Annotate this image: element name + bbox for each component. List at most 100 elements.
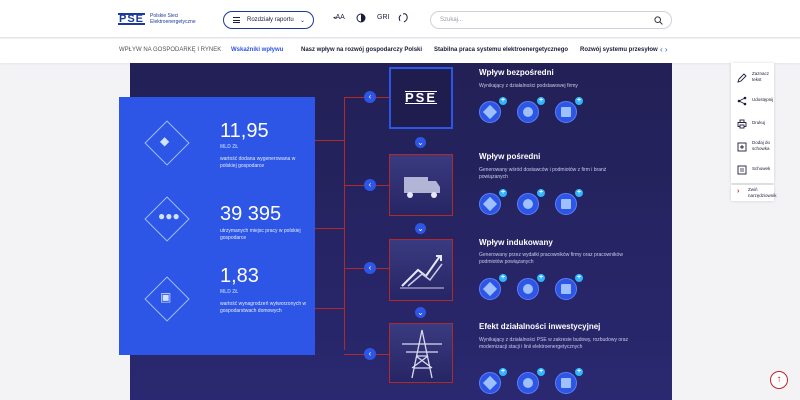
growth-image-box — [389, 239, 453, 301]
stat-description: wartość dodana wygenerowana w polskiej g… — [220, 156, 296, 169]
growth-arrows-icon — [400, 255, 444, 289]
box-icon[interactable] — [555, 278, 577, 300]
people-icon[interactable] — [517, 372, 539, 394]
section-description: Generowany przez wydatki pracowników fir… — [479, 252, 623, 265]
plus-icon[interactable]: + — [575, 189, 583, 197]
diamond-icon[interactable] — [479, 372, 501, 394]
gri-button[interactable]: GRI — [377, 14, 389, 21]
report-sections-label: Rozdziały raportu — [247, 17, 294, 23]
search-icon[interactable] — [654, 16, 663, 25]
truck-icon — [404, 177, 440, 198]
plus-icon[interactable]: + — [537, 368, 545, 376]
stat-value-jobs: 39 395 — [220, 203, 282, 225]
subnav-item-economic-development[interactable]: Nasz wpływ na rozwój gospodarczy Polski — [301, 47, 422, 53]
chevron-left-icon[interactable]: ‹ — [364, 91, 376, 103]
subnav-item-system-development[interactable]: Rozwój systemu przesyłow — [580, 47, 658, 53]
plus-icon[interactable]: + — [537, 97, 545, 105]
section-description: Wynikający z działalności podstawowej fi… — [479, 83, 578, 89]
section-title-investment: Efekt działalności inwestycyjnej — [479, 322, 601, 331]
people-icon[interactable] — [517, 193, 539, 215]
arrow-up-icon: ↑ — [776, 374, 782, 385]
subnav-item-section[interactable]: WPŁYW NA GOSPODARKĘ I RYNEK — [119, 47, 221, 53]
box-icon[interactable] — [555, 372, 577, 394]
chevron-down-icon[interactable]: ⌄ — [415, 223, 426, 234]
people-icon: ●●● — [158, 209, 180, 223]
search-placeholder: Szukaj... — [440, 17, 464, 23]
stat-description: wartość wynagrodzeń wytworzonych w gospo… — [220, 301, 307, 314]
stat-description: utrzymanych miejsc pracy w polskiej gosp… — [220, 228, 301, 241]
chevron-left-icon[interactable]: ‹ — [364, 348, 376, 360]
people-icon[interactable] — [517, 101, 539, 123]
stat-unit: MLD ZŁ — [220, 289, 239, 295]
section-description: Generowany wśród dostawców i podmiotów z… — [479, 167, 607, 180]
chevron-left-icon[interactable]: ‹ — [364, 179, 376, 191]
plus-icon[interactable]: + — [499, 368, 507, 376]
font-size-button[interactable]: ◂AA — [333, 14, 345, 21]
box-icon[interactable] — [555, 101, 577, 123]
hide-tools-button[interactable]: › Zwiń narzędziownik — [731, 185, 777, 201]
print-icon — [737, 119, 747, 129]
connector-line — [315, 308, 345, 309]
pse-logo-box: PSE — [389, 67, 453, 129]
connector-line — [315, 140, 345, 141]
chevron-down-icon: ⌄ — [299, 17, 305, 24]
diamond-icon[interactable] — [479, 101, 501, 123]
search-input[interactable]: Szukaj... — [430, 11, 672, 29]
subnav-arrows[interactable]: ‹ › — [660, 45, 668, 54]
diamond-icon[interactable] — [479, 193, 501, 215]
box-icon: ▣ — [160, 290, 172, 304]
power-pylon-icon — [402, 329, 442, 379]
section-title-direct: Wpływ bezpośredni — [479, 68, 554, 77]
section-title-induced: Wpływ indukowany — [479, 238, 553, 247]
plus-icon[interactable]: + — [537, 274, 545, 282]
diamond-icon: ◆ — [160, 134, 170, 148]
chevron-down-icon[interactable]: ⌄ — [415, 307, 426, 318]
connector-line — [344, 97, 345, 350]
plus-icon[interactable]: + — [575, 97, 583, 105]
header: PSE Polskie Sieci Elektroenergetyczne Ro… — [0, 0, 800, 38]
sidebar-item-clipboard[interactable]: Schowek — [731, 159, 774, 181]
sidebar-item-share[interactable]: Udostępnij — [731, 90, 774, 112]
menu-icon — [233, 16, 240, 25]
logo-mark: PSE — [118, 13, 146, 25]
plus-icon[interactable]: + — [499, 274, 507, 282]
plus-icon[interactable]: + — [575, 274, 583, 282]
pencil-icon — [737, 73, 747, 83]
subnav-item-impact-indicators[interactable]: Wskaźniki wpływu — [231, 47, 283, 53]
accessibility-icon[interactable] — [397, 12, 411, 26]
subnav-item-system-stability[interactable]: Stabilna praca systemu elektroenergetycz… — [434, 47, 568, 53]
section-title-indirect: Wpływ pośredni — [479, 152, 541, 161]
scroll-to-top-button[interactable]: ↑ — [770, 371, 788, 389]
report-sections-button[interactable]: Rozdziały raportu ⌄ — [223, 11, 314, 29]
chevron-down-icon[interactable]: ⌄ — [415, 137, 426, 148]
truck-image-box — [389, 154, 453, 216]
pse-logo: PSE — [405, 90, 438, 105]
pylon-image-box — [389, 323, 453, 383]
plus-icon[interactable]: + — [575, 368, 583, 376]
diamond-icon[interactable] — [479, 278, 501, 300]
clipboard-icon — [737, 165, 747, 175]
plus-icon[interactable]: + — [537, 189, 545, 197]
sidebar-item-highlight[interactable]: Zaznacz tekst — [731, 67, 774, 89]
stat-unit: MLD ZŁ — [220, 144, 239, 150]
share-icon — [737, 96, 747, 106]
chevron-left-icon[interactable]: ‹ — [364, 262, 376, 274]
subnav: WPŁYW NA GOSPODARKĘ I RYNEK Wskaźniki wp… — [0, 39, 800, 63]
sidebar-item-print[interactable]: Drukuj — [731, 113, 774, 135]
people-icon[interactable] — [517, 278, 539, 300]
logo[interactable]: PSE Polskie Sieci Elektroenergetyczne — [118, 13, 212, 25]
stats-panel — [119, 97, 315, 355]
logo-text: Polskie Sieci Elektroenergetyczne — [150, 13, 196, 25]
connector-line — [315, 228, 345, 229]
stat-value-wages: 1,83 — [220, 265, 259, 287]
box-icon[interactable] — [555, 193, 577, 215]
sidebar-item-add-to-clipboard[interactable]: Dodaj do schowka — [731, 136, 774, 158]
plus-icon[interactable]: + — [499, 189, 507, 197]
add-clipboard-icon — [737, 142, 747, 152]
section-description: Wynikający z działalności PSE w zakresie… — [479, 337, 629, 350]
plus-icon[interactable]: + — [499, 97, 507, 105]
chevron-right-icon: › — [737, 188, 740, 195]
stat-value-value-added: 11,95 — [220, 120, 269, 142]
contrast-icon[interactable] — [355, 12, 367, 26]
page: PSE Polskie Sieci Elektroenergetyczne Ro… — [0, 0, 800, 400]
